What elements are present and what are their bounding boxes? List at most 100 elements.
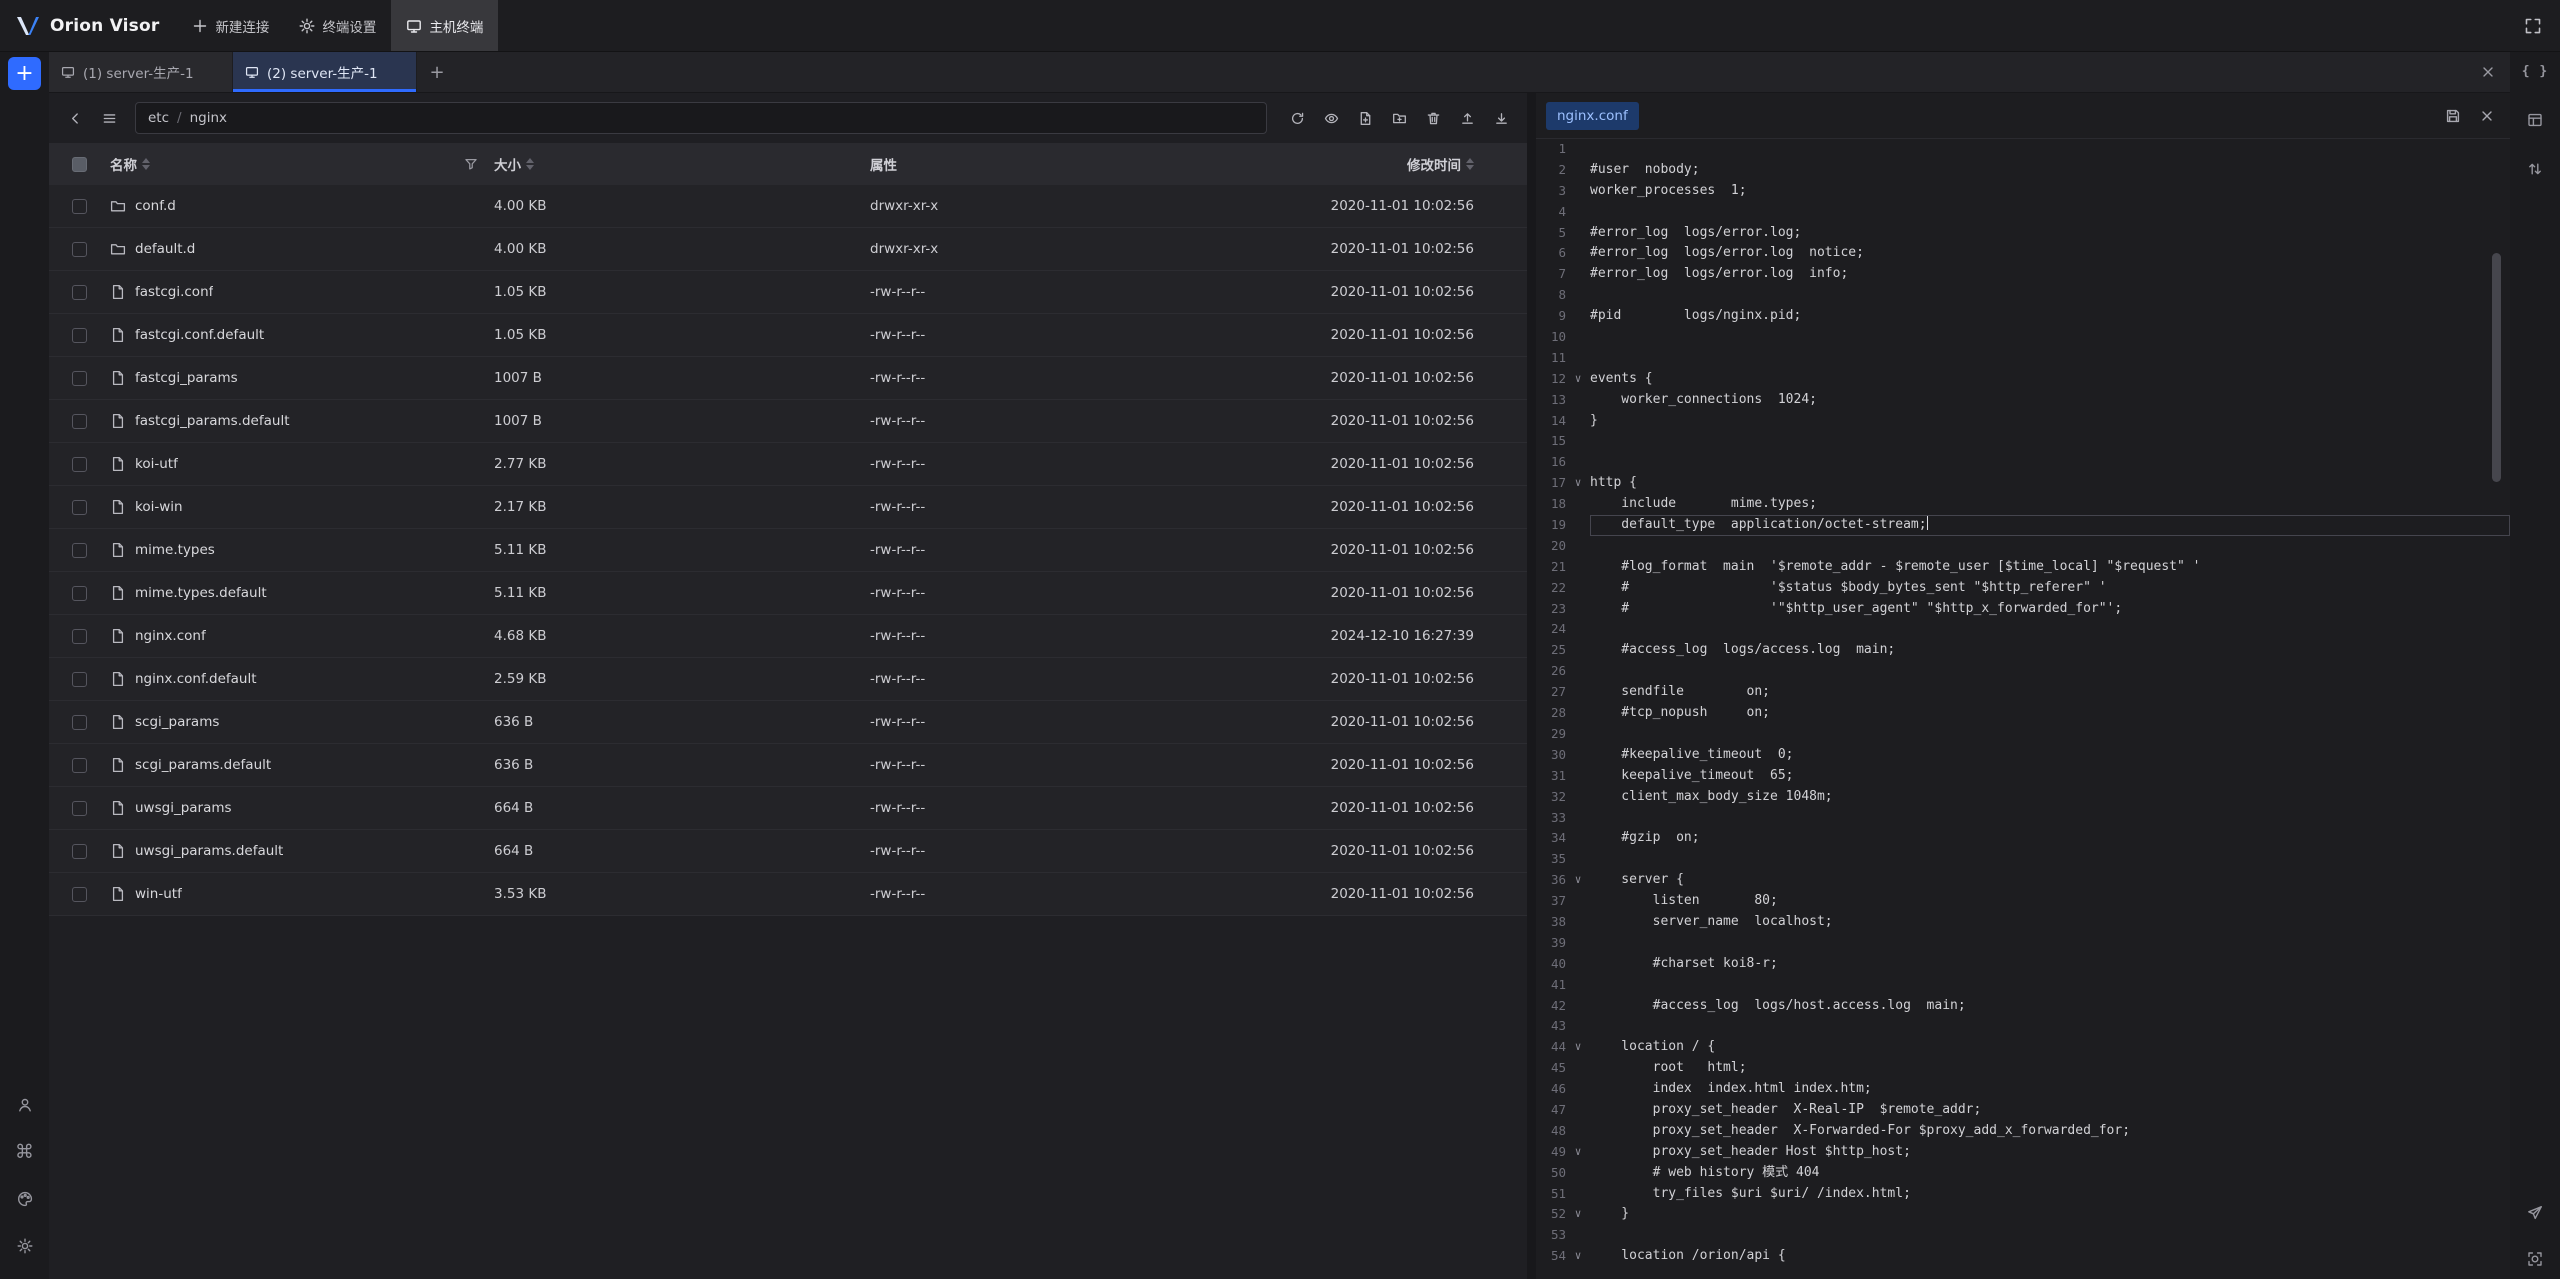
code-text[interactable]: } <box>1590 1204 2510 1225</box>
screenshot-icon[interactable] <box>2519 1243 2551 1275</box>
fold-indicator[interactable]: ∨ <box>1566 1037 1590 1058</box>
close-icon[interactable] <box>2466 52 2510 92</box>
row-checkbox[interactable] <box>72 543 87 558</box>
code-text[interactable]: #access_log logs/access.log main; <box>1590 640 2510 661</box>
add-tab-button[interactable]: + <box>417 52 457 92</box>
table-row[interactable]: conf.d 4.00 KB drwxr-xr-x 2020-11-01 10:… <box>49 185 1527 228</box>
fold-indicator[interactable] <box>1566 1163 1590 1184</box>
fold-indicator[interactable] <box>1566 933 1590 954</box>
fold-indicator[interactable] <box>1566 202 1590 223</box>
fold-indicator[interactable] <box>1566 264 1590 285</box>
row-checkbox[interactable] <box>72 328 87 343</box>
code-text[interactable] <box>1590 139 2510 160</box>
fold-indicator[interactable]: ∨ <box>1566 1142 1590 1163</box>
breadcrumb-item[interactable]: nginx <box>190 110 227 126</box>
fold-indicator[interactable] <box>1566 348 1590 369</box>
code-text[interactable]: worker_processes 1; <box>1590 181 2510 202</box>
table-row[interactable]: fastcgi_params.default 1007 B -rw-r--r--… <box>49 400 1527 443</box>
code-text[interactable]: listen 80; <box>1590 891 2510 912</box>
table-row[interactable]: koi-utf 2.77 KB -rw-r--r-- 2020-11-01 10… <box>49 443 1527 486</box>
table-row[interactable]: nginx.conf 4.68 KB -rw-r--r-- 2024-12-10… <box>49 615 1527 658</box>
code-text[interactable]: try_files $uri $uri/ /index.html; <box>1590 1184 2510 1205</box>
code-text[interactable]: #error_log logs/error.log notice; <box>1590 243 2510 264</box>
column-size[interactable]: 大小 <box>494 154 534 174</box>
fold-indicator[interactable] <box>1566 766 1590 787</box>
tab-server-2[interactable]: (2) server-生产-1 <box>233 52 417 92</box>
code-text[interactable]: proxy_set_header Host $http_host; <box>1590 1142 2510 1163</box>
fold-indicator[interactable] <box>1566 849 1590 870</box>
code-text[interactable]: #error_log logs/error.log info; <box>1590 264 2510 285</box>
fold-indicator[interactable]: ∨ <box>1566 870 1590 891</box>
code-text[interactable]: #user nobody; <box>1590 160 2510 181</box>
menu-host-terminal[interactable]: 主机终端 <box>391 0 498 51</box>
fold-indicator[interactable] <box>1566 243 1590 264</box>
row-checkbox[interactable] <box>72 242 87 257</box>
preview-eye-icon[interactable] <box>1317 104 1345 132</box>
row-checkbox[interactable] <box>72 457 87 472</box>
code-text[interactable] <box>1590 619 2510 640</box>
row-checkbox[interactable] <box>72 199 87 214</box>
row-checkbox[interactable] <box>72 844 87 859</box>
new-connection-button[interactable]: + <box>8 57 41 90</box>
table-row[interactable]: default.d 4.00 KB drwxr-xr-x 2020-11-01 … <box>49 228 1527 271</box>
fold-indicator[interactable] <box>1566 724 1590 745</box>
select-all-checkbox[interactable] <box>72 157 87 172</box>
table-row[interactable]: fastcgi.conf.default 1.05 KB -rw-r--r-- … <box>49 314 1527 357</box>
table-row[interactable]: mime.types.default 5.11 KB -rw-r--r-- 20… <box>49 572 1527 615</box>
code-text[interactable]: sendfile on; <box>1590 682 2510 703</box>
fold-indicator[interactable] <box>1566 640 1590 661</box>
code-text[interactable] <box>1590 452 2510 473</box>
braces-icon[interactable]: { } <box>2519 55 2551 87</box>
code-text[interactable] <box>1590 327 2510 348</box>
column-name[interactable]: 名称 <box>110 154 150 174</box>
code-text[interactable]: location / { <box>1590 1037 2510 1058</box>
code-text[interactable]: worker_connections 1024; <box>1590 390 2510 411</box>
theme-icon[interactable] <box>9 1183 41 1215</box>
row-checkbox[interactable] <box>72 758 87 773</box>
row-checkbox[interactable] <box>72 887 87 902</box>
row-checkbox[interactable] <box>72 371 87 386</box>
fold-indicator[interactable] <box>1566 557 1590 578</box>
code-text[interactable] <box>1590 285 2510 306</box>
fold-indicator[interactable] <box>1566 431 1590 452</box>
filter-icon[interactable] <box>464 157 478 171</box>
fold-indicator[interactable] <box>1566 452 1590 473</box>
layout-icon[interactable] <box>2519 104 2551 136</box>
refresh-icon[interactable] <box>1283 104 1311 132</box>
code-text[interactable]: client_max_body_size 1048m; <box>1590 787 2510 808</box>
save-icon[interactable] <box>2440 103 2466 129</box>
fold-indicator[interactable] <box>1566 954 1590 975</box>
table-row[interactable]: fastcgi_params 1007 B -rw-r--r-- 2020-11… <box>49 357 1527 400</box>
code-text[interactable]: #tcp_nopush on; <box>1590 703 2510 724</box>
code-text[interactable]: server_name localhost; <box>1590 912 2510 933</box>
transfer-icon[interactable] <box>2519 153 2551 185</box>
fold-indicator[interactable] <box>1566 787 1590 808</box>
code-text[interactable] <box>1590 536 2510 557</box>
fold-indicator[interactable] <box>1566 682 1590 703</box>
code-text[interactable]: #charset koi8-r; <box>1590 954 2510 975</box>
code-text[interactable]: #log_format main '$remote_addr - $remote… <box>1590 557 2510 578</box>
table-row[interactable]: uwsgi_params 664 B -rw-r--r-- 2020-11-01… <box>49 787 1527 830</box>
row-checkbox[interactable] <box>72 414 87 429</box>
fold-indicator[interactable] <box>1566 703 1590 724</box>
fold-indicator[interactable] <box>1566 975 1590 996</box>
fold-indicator[interactable] <box>1566 515 1590 536</box>
fold-indicator[interactable] <box>1566 912 1590 933</box>
code-text[interactable]: events { <box>1590 369 2510 390</box>
tab-server-1[interactable]: (1) server-生产-1 <box>49 52 233 92</box>
code-text[interactable] <box>1590 724 2510 745</box>
fold-indicator[interactable] <box>1566 661 1590 682</box>
fold-indicator[interactable] <box>1566 536 1590 557</box>
fold-indicator[interactable]: ∨ <box>1566 1204 1590 1225</box>
table-row[interactable]: scgi_params.default 636 B -rw-r--r-- 202… <box>49 744 1527 787</box>
list-icon[interactable] <box>95 104 123 132</box>
fold-indicator[interactable] <box>1566 223 1590 244</box>
fold-indicator[interactable] <box>1566 285 1590 306</box>
fold-indicator[interactable] <box>1566 1121 1590 1142</box>
code-text[interactable] <box>1590 933 2510 954</box>
table-row[interactable]: nginx.conf.default 2.59 KB -rw-r--r-- 20… <box>49 658 1527 701</box>
fold-indicator[interactable] <box>1566 1058 1590 1079</box>
fold-indicator[interactable] <box>1566 745 1590 766</box>
code-text[interactable]: location /orion/api { <box>1590 1246 2510 1267</box>
code-text[interactable]: #pid logs/nginx.pid; <box>1590 306 2510 327</box>
